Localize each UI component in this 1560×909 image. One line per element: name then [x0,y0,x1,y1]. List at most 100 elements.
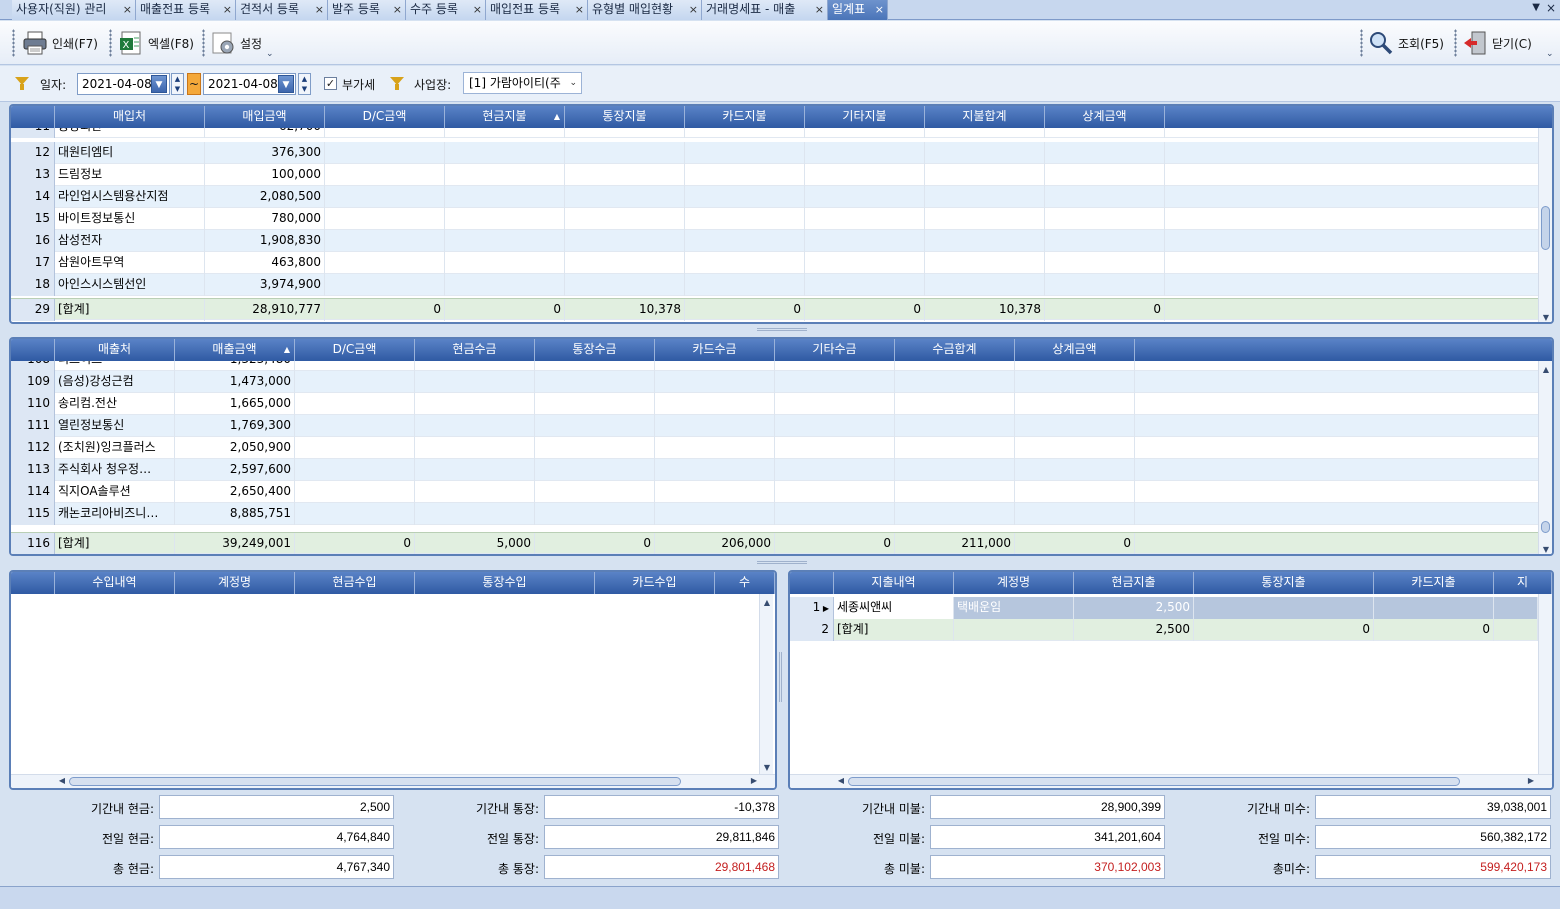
column-header[interactable]: 수 [715,572,775,594]
column-header[interactable]: 통장수금 [535,339,655,361]
vertical-scrollbar[interactable] [1538,594,1552,774]
toolbar-grip[interactable] [1360,29,1363,57]
column-header[interactable]: 기타지불 [805,106,925,128]
table-row[interactable]: 1 ▶ 세종씨앤씨 택배운임 2,500 [790,597,1538,619]
column-header[interactable]: 카드수금 [655,339,775,361]
column-header[interactable]: 계정명 [175,572,295,594]
vertical-scrollbar[interactable]: ▼ [1538,128,1552,322]
vertical-scrollbar[interactable]: ▲ ▼ [759,594,773,774]
column-header[interactable]: 현금지불 ▲ [445,106,565,128]
column-header[interactable]: 지불합계 [925,106,1045,128]
table-row[interactable]: 12 대원티엠티 376,300 [11,142,1538,164]
tab-transaction-statement[interactable]: 거래명세표 - 매출 × [702,0,828,20]
tab-order-receipt[interactable]: 수주 등록 × [406,0,486,20]
scroll-down-icon[interactable]: ▼ [1539,545,1552,554]
close-icon[interactable]: × [315,0,324,19]
close-icon[interactable]: × [393,0,402,19]
table-row[interactable]: 115 캐논코리아비즈니… 8,885,751 [11,503,1538,525]
overflow-icon[interactable]: ⌄ [1546,49,1554,59]
table-row[interactable]: 18 아인스시스템선인 3,974,900 [11,274,1538,296]
vertical-scrollbar[interactable]: ▲ ▼ [1538,361,1552,554]
tab-order-placement[interactable]: 발주 등록 × [328,0,406,20]
scroll-down-icon[interactable]: ▼ [760,763,774,772]
tab-estimate[interactable]: 견적서 등록 × [236,0,328,20]
column-header[interactable]: 매출금액 ▲ [175,339,295,361]
chevron-down-icon[interactable]: ▼ [151,75,167,93]
column-header[interactable]: 상계금액 [1015,339,1135,361]
site-select[interactable]: [1] 가람아이티(주 ⌄ [463,72,582,94]
tab-purchase-by-type[interactable]: 유형별 매입현황 × [588,0,702,20]
column-header[interactable]: D/C금액 [295,339,415,361]
close-icon[interactable]: × [815,0,824,19]
vat-checkbox[interactable]: ✓ [324,77,337,90]
column-header[interactable]: 카드지출 [1374,572,1494,594]
horizontal-scrollbar[interactable]: ◀ ▶ [11,774,775,788]
table-row[interactable]: 108러브이트1,323,480 [11,361,1538,371]
table-row[interactable]: 13 드림정보 100,000 [11,164,1538,186]
column-header[interactable]: 수입내역 [55,572,175,594]
column-header[interactable]: 지출내역 [834,572,954,594]
scroll-left-icon[interactable]: ◀ [55,776,69,785]
tab-purchase-slip[interactable]: 매입전표 등록 × [486,0,588,20]
search-button[interactable]: 조회(F5) [1368,27,1444,59]
close-icon[interactable]: × [223,0,232,19]
table-row[interactable]: 114 직지OA솔루션 2,650,400 [11,481,1538,503]
table-row[interactable]: 16 삼성전자 1,908,830 [11,230,1538,252]
scroll-up-icon[interactable]: ▲ [1539,365,1552,374]
tab-daily-summary[interactable]: 일계표 × [828,0,888,20]
scrollbar-thumb[interactable] [69,777,681,786]
table-row[interactable]: 111 열린정보통신 1,769,300 [11,415,1538,437]
column-header[interactable]: 카드지불 [685,106,805,128]
tab-user-management[interactable]: 사용자(직원) 관리 × [12,0,136,20]
column-header[interactable]: 현금지출 [1074,572,1194,594]
table-row[interactable]: 15 바이트정보통신 780,000 [11,208,1538,230]
column-header[interactable]: 현금수금 [415,339,535,361]
close-button[interactable]: 닫기(C) [1462,27,1532,59]
column-header[interactable]: 현금수입 [295,572,415,594]
scroll-up-icon[interactable]: ▲ [760,598,774,607]
column-header[interactable]: 카드수입 [595,572,715,594]
column-header[interactable]: 기타수금 [775,339,895,361]
close-icon[interactable]: × [473,0,482,19]
table-row[interactable]: 14 라인업시스템용산지점 2,080,500 [11,186,1538,208]
column-header[interactable]: 매입금액 [205,106,325,128]
table-row[interactable]: 11중앙회관62,700 [11,128,1538,138]
close-icon[interactable]: × [123,0,132,19]
table-row[interactable]: 110 송리컴.전산 1,665,000 [11,393,1538,415]
settings-button[interactable]: 설정 [210,27,262,59]
tab-sales-slip[interactable]: 매출전표 등록 × [136,0,236,20]
table-row[interactable]: 113 주식회사 청우정… 2,597,600 [11,459,1538,481]
close-icon[interactable]: × [875,0,884,19]
bank-cell[interactable] [1194,597,1374,619]
table-row[interactable]: 112 (조치원)잉크플러스 2,050,900 [11,437,1538,459]
close-icon[interactable]: × [575,0,584,19]
print-button[interactable]: 인쇄(F7) [22,27,98,59]
scroll-down-icon[interactable]: ▼ [1539,313,1552,322]
column-header[interactable]: D/C금액 [325,106,445,128]
scroll-right-icon[interactable]: ▶ [1524,776,1538,785]
horizontal-splitter[interactable] [9,556,1554,568]
date-from-spinner[interactable]: ▲ ▼ [171,73,184,95]
horizontal-scrollbar[interactable]: ◀ ▶ [790,774,1552,788]
scroll-right-icon[interactable]: ▶ [747,776,761,785]
expense-name-cell[interactable]: 세종씨앤씨 [834,597,954,619]
overflow-icon[interactable]: ⌄ [266,49,274,59]
scrollbar-thumb[interactable] [1541,521,1550,533]
splitter-grip[interactable] [757,328,807,331]
date-to-spinner[interactable]: ▲ ▼ [298,73,311,95]
column-header[interactable]: 매출처 [55,339,175,361]
column-header[interactable]: 상계금액 [1045,106,1165,128]
table-row[interactable]: 17 삼원아트무역 463,800 [11,252,1538,274]
splitter-grip[interactable] [757,561,807,564]
column-header[interactable]: 통장지출 [1194,572,1374,594]
vertical-splitter[interactable] [779,652,782,702]
table-row[interactable]: 109 (음성)강성근컴 1,473,000 [11,371,1538,393]
scroll-left-icon[interactable]: ◀ [834,776,848,785]
column-header[interactable]: 지 [1494,572,1552,594]
chevron-down-icon[interactable]: ▼ [1532,2,1540,13]
scrollbar-thumb[interactable] [848,777,1460,786]
excel-button[interactable]: X 엑셀(F8) [118,27,194,59]
account-cell[interactable]: 택배운임 [954,597,1074,619]
scrollbar-thumb[interactable] [1541,206,1550,250]
column-header[interactable]: 수금합계 [895,339,1015,361]
